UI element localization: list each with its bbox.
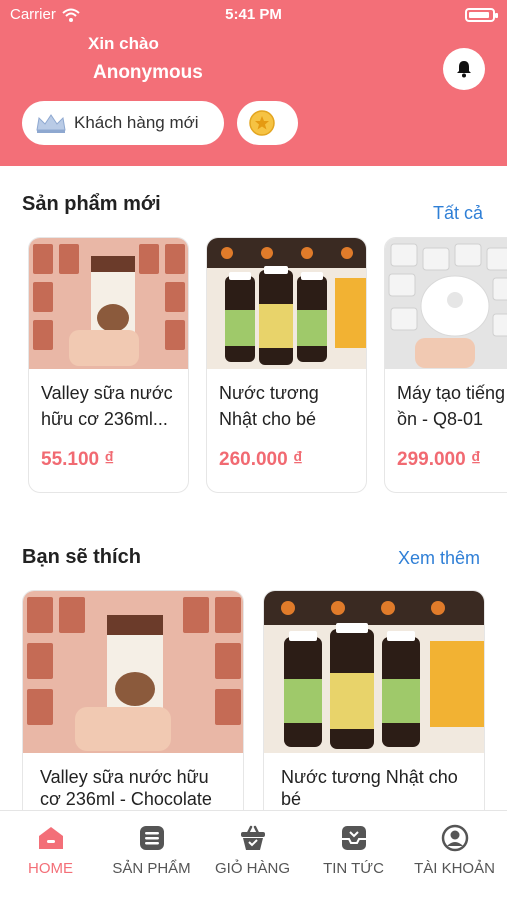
list-icon bbox=[140, 826, 164, 850]
star-coin-icon bbox=[249, 110, 275, 136]
member-level-label: Khách hàng mới bbox=[74, 113, 199, 132]
product-card[interactable]: Máy tạo tiếng ồn - Q8-01 299.000 ₫ bbox=[384, 237, 507, 493]
tab-products[interactable]: SẢN PHẨM bbox=[101, 811, 202, 900]
see-all-link[interactable]: Tất cả bbox=[433, 203, 483, 224]
tab-account[interactable]: TÀI KHOẢN bbox=[404, 811, 505, 900]
product-image-milk bbox=[29, 238, 188, 369]
battery-icon bbox=[465, 8, 498, 22]
product-price: 260.000 ₫ bbox=[219, 449, 303, 470]
product-name-line2: Nhật cho bé bbox=[219, 409, 317, 429]
tab-label: TÀI KHOẢN bbox=[414, 860, 495, 877]
recommended-name-line1: Nước tương Nhật cho bbox=[281, 767, 458, 787]
account-icon bbox=[441, 824, 469, 852]
product-price: 299.000 ₫ bbox=[397, 449, 481, 470]
recommended-card[interactable]: Nước tương Nhật cho bé bbox=[263, 590, 485, 830]
product-image-noise-machine bbox=[385, 238, 507, 369]
greeting-text: Xin chào bbox=[88, 34, 159, 53]
recommended-image-milk bbox=[23, 591, 243, 753]
home-icon bbox=[39, 827, 63, 849]
product-name-line1: Nước tương bbox=[219, 383, 319, 403]
recommended-card[interactable]: Valley sữa nước hữu cơ 236ml - Chocolate bbox=[22, 590, 244, 830]
bottom-tab-bar: HOME SẢN PHẨM GIỎ HÀNG TIN TỨC TÀI KHOẢN bbox=[0, 810, 507, 900]
bell-icon bbox=[457, 61, 471, 78]
product-image-soy-sauce bbox=[207, 238, 366, 369]
product-name-line1: Máy tạo tiếng bbox=[397, 383, 506, 403]
crown-icon bbox=[36, 114, 66, 133]
tab-home[interactable]: HOME bbox=[0, 811, 101, 900]
recommended-title: Bạn sẽ thích bbox=[22, 546, 141, 568]
new-products-title: Sản phẩm mới bbox=[22, 193, 161, 215]
inbox-icon bbox=[342, 826, 366, 850]
product-name-line1: Valley sữa nước bbox=[41, 383, 173, 403]
product-name-line2: ồn - Q8-01 bbox=[397, 409, 484, 429]
tab-label: SẢN PHẨM bbox=[112, 860, 191, 877]
notification-button[interactable] bbox=[443, 48, 485, 90]
product-name-line2: hữu cơ 236ml... bbox=[41, 409, 168, 429]
product-price: 55.100 ₫ bbox=[41, 449, 115, 470]
recommended-name-line2: bé bbox=[281, 789, 302, 809]
tab-news[interactable]: TIN TỨC bbox=[303, 811, 404, 900]
header: Carrier 5:41 PM Xin chào Anonymous Khách… bbox=[0, 0, 507, 166]
tab-label: GIỎ HÀNG bbox=[214, 860, 290, 877]
see-more-link[interactable]: Xem thêm bbox=[398, 548, 480, 569]
tab-label: TIN TỨC bbox=[323, 860, 384, 877]
product-card[interactable]: Nước tương Nhật cho bé 260.000 ₫ bbox=[206, 237, 367, 493]
status-time: 5:41 PM bbox=[225, 6, 282, 23]
battery-level bbox=[469, 12, 489, 18]
member-level-chip[interactable]: Khách hàng mới bbox=[22, 101, 224, 145]
tab-label: HOME bbox=[28, 860, 73, 877]
basket-icon bbox=[241, 825, 265, 850]
product-card[interactable]: Valley sữa nước hữu cơ 236ml... 55.100 ₫ bbox=[28, 237, 189, 493]
points-chip[interactable] bbox=[237, 101, 298, 145]
status-bar: Carrier 5:41 PM bbox=[0, 0, 507, 30]
tab-cart[interactable]: GIỎ HÀNG bbox=[202, 811, 303, 900]
recommended-name-line2: cơ 236ml - Chocolate bbox=[40, 789, 212, 809]
username: Anonymous bbox=[93, 62, 203, 83]
recommended-image-soy-sauce bbox=[264, 591, 484, 753]
